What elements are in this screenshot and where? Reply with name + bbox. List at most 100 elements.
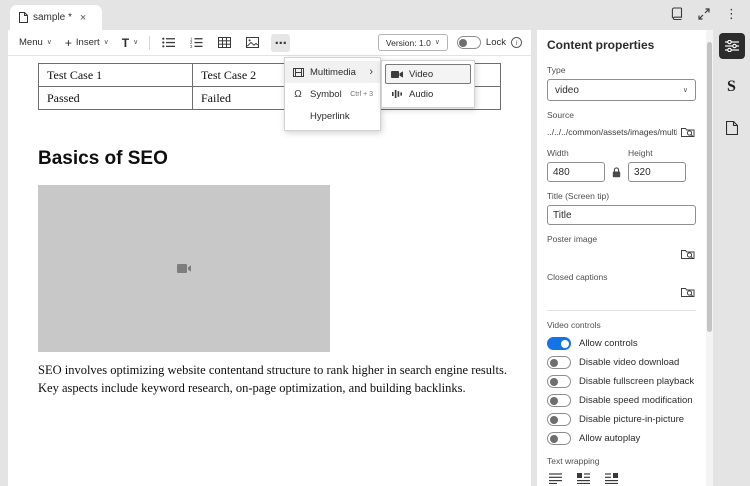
toggle-row-disable-speed: Disable speed modification bbox=[547, 391, 696, 410]
document-paragraph[interactable]: SEO involves optimizing website contenta… bbox=[38, 361, 516, 397]
properties-panel: Content properties Type video ∨ Source .… bbox=[537, 30, 706, 486]
toggle-label: Disable fullscreen playback bbox=[579, 376, 694, 387]
omega-icon: Ω bbox=[292, 89, 304, 100]
insert-table-button[interactable] bbox=[215, 34, 234, 52]
lock-label: Lock bbox=[486, 37, 506, 48]
poster-image-label: Poster image bbox=[547, 234, 696, 244]
menu-item-symbol[interactable]: Ω Symbol Ctrl + 3 bbox=[285, 83, 380, 105]
tab-bar: sample * × ⋮ bbox=[0, 0, 750, 30]
lock-control: Lock i bbox=[457, 36, 522, 49]
version-label: Version: 1.0 bbox=[386, 38, 431, 48]
menu-item-multimedia[interactable]: Multimedia › bbox=[285, 61, 380, 83]
browse-icon[interactable] bbox=[681, 248, 696, 264]
insert-button-label: Insert bbox=[76, 37, 100, 48]
version-dropdown[interactable]: Version: 1.0 ∨ bbox=[378, 34, 448, 51]
disable-pip-toggle[interactable] bbox=[547, 413, 571, 426]
close-icon[interactable]: × bbox=[80, 12, 86, 24]
disable-fullscreen-toggle[interactable] bbox=[547, 375, 571, 388]
fullscreen-icon[interactable] bbox=[698, 8, 710, 20]
disable-download-toggle[interactable] bbox=[547, 356, 571, 369]
document-canvas[interactable]: Test Case 1 Test Case 2 Passed Failed Ba… bbox=[8, 56, 531, 486]
menu-item-hyperlink[interactable]: Hyperlink bbox=[285, 105, 380, 127]
width-label: Width bbox=[547, 148, 605, 158]
numbered-list-icon: 123 bbox=[190, 37, 203, 48]
width-input[interactable] bbox=[547, 162, 605, 182]
video-icon bbox=[391, 70, 403, 79]
wrap-right-icon[interactable] bbox=[603, 471, 619, 485]
symbol-s-icon: S bbox=[727, 78, 736, 96]
document-rail-button[interactable] bbox=[719, 115, 745, 141]
book-icon[interactable] bbox=[671, 7, 683, 20]
menu-button-label: Menu bbox=[19, 37, 43, 48]
text-format-icon: T bbox=[122, 37, 129, 49]
submenu-item-video[interactable]: Video bbox=[385, 64, 471, 84]
toolbar-separator bbox=[149, 36, 150, 50]
table-icon bbox=[218, 37, 231, 48]
content-properties-rail-button[interactable] bbox=[719, 33, 745, 59]
source-path[interactable]: ../../../common/assets/images/multi... bbox=[547, 127, 677, 137]
video-placeholder[interactable] bbox=[38, 185, 330, 352]
type-select[interactable]: video ∨ bbox=[547, 79, 696, 101]
disable-speed-toggle[interactable] bbox=[547, 394, 571, 407]
wrap-inline-icon[interactable] bbox=[547, 471, 563, 485]
allow-controls-toggle[interactable] bbox=[547, 337, 571, 350]
source-label: Source bbox=[547, 110, 696, 120]
table-cell[interactable]: Test Case 1 bbox=[39, 64, 193, 87]
browse-icon[interactable] bbox=[681, 126, 696, 139]
text-format-button[interactable]: T ∨ bbox=[120, 34, 140, 52]
insert-context-menu: Multimedia › Ω Symbol Ctrl + 3 Hyperlink bbox=[284, 57, 381, 131]
source-field: ../../../common/assets/images/multi... bbox=[547, 124, 696, 140]
browse-icon[interactable] bbox=[681, 286, 696, 302]
table-cell[interactable]: Passed bbox=[39, 87, 193, 110]
editor-toolbar: Menu ∨ + Insert ∨ T ∨ 123 ⋯ Version: 1.0… bbox=[8, 30, 531, 56]
screen-tip-input[interactable] bbox=[547, 205, 696, 225]
text-wrapping-options bbox=[547, 471, 696, 485]
menu-button[interactable]: Menu ∨ bbox=[17, 34, 54, 52]
menu-item-shortcut: Ctrl + 3 bbox=[350, 91, 373, 98]
menu-item-label: Symbol bbox=[310, 89, 342, 100]
height-label: Height bbox=[628, 148, 686, 158]
lock-ratio-icon[interactable] bbox=[612, 167, 621, 182]
chevron-down-icon: ∨ bbox=[683, 87, 688, 94]
video-controls-label: Video controls bbox=[547, 320, 696, 330]
submenu-item-audio[interactable]: Audio bbox=[385, 84, 471, 104]
more-vertical-icon[interactable]: ⋮ bbox=[725, 7, 738, 20]
toggle-label: Disable speed modification bbox=[579, 395, 693, 406]
chevron-down-icon: ∨ bbox=[104, 39, 109, 46]
insert-image-button[interactable] bbox=[243, 34, 262, 52]
info-icon[interactable]: i bbox=[511, 37, 522, 48]
panel-scrollbar[interactable] bbox=[706, 30, 713, 486]
document-outline-icon bbox=[726, 121, 738, 135]
toggle-row-allow-autoplay: Allow autoplay bbox=[547, 429, 696, 448]
closed-captions-label: Closed captions bbox=[547, 272, 696, 282]
height-input[interactable] bbox=[628, 162, 686, 182]
insert-button[interactable]: + Insert ∨ bbox=[63, 34, 111, 52]
audio-icon bbox=[391, 89, 403, 99]
sliders-icon bbox=[725, 40, 739, 52]
menu-item-label: Hyperlink bbox=[310, 111, 350, 122]
toggle-label: Disable video download bbox=[579, 357, 679, 368]
wrap-left-icon[interactable] bbox=[575, 471, 591, 485]
multimedia-icon bbox=[292, 68, 304, 77]
submenu-item-label: Video bbox=[409, 69, 433, 80]
submenu-item-label: Audio bbox=[409, 89, 433, 100]
panel-title: Content properties bbox=[547, 38, 696, 52]
toggle-row-allow-controls: Allow controls bbox=[547, 334, 696, 353]
dimensions-row: Width Height bbox=[547, 148, 696, 182]
more-horizontal-icon: ⋯ bbox=[275, 37, 287, 49]
bullet-list-button[interactable] bbox=[159, 34, 178, 52]
document-tab[interactable]: sample * × bbox=[10, 5, 102, 30]
document-heading[interactable]: Basics of SEO bbox=[38, 148, 168, 170]
lock-toggle[interactable] bbox=[457, 36, 481, 49]
text-wrapping-label: Text wrapping bbox=[547, 456, 696, 466]
allow-autoplay-toggle[interactable] bbox=[547, 432, 571, 445]
scrollbar-thumb[interactable] bbox=[707, 42, 712, 332]
chevron-down-icon: ∨ bbox=[133, 39, 138, 46]
toggle-row-disable-pip: Disable picture-in-picture bbox=[547, 410, 696, 429]
menu-item-label: Multimedia bbox=[310, 67, 356, 78]
plus-icon: + bbox=[65, 37, 72, 49]
symbols-rail-button[interactable]: S bbox=[719, 74, 745, 100]
more-options-button[interactable]: ⋯ bbox=[271, 34, 290, 52]
screen-tip-label: Title (Screen tip) bbox=[547, 191, 696, 201]
numbered-list-button[interactable]: 123 bbox=[187, 34, 206, 52]
